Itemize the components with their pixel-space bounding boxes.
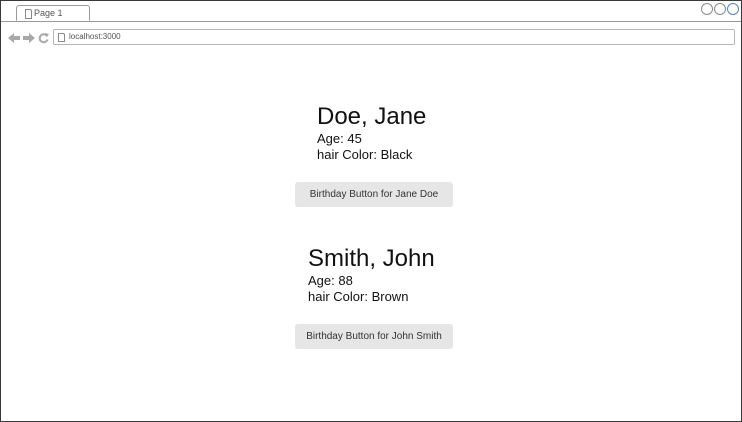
person-hair-color: hair Color: Brown (308, 289, 409, 304)
page-icon (25, 9, 32, 19)
tab-title: Page 1 (34, 8, 63, 18)
browser-tab[interactable]: Page 1 (16, 5, 90, 21)
window-controls (701, 3, 739, 15)
person-card: Smith, John Age: 88 hair Color: Brown (308, 245, 435, 305)
close-icon[interactable] (727, 3, 739, 15)
person-name: Doe, Jane (317, 103, 427, 130)
tab-strip: Page 1 (1, 1, 741, 22)
maximize-icon[interactable] (714, 3, 726, 15)
address-bar[interactable]: localhost:3000 (53, 29, 735, 45)
person-age: Age: 45 (317, 131, 362, 146)
person-age: Age: 88 (308, 273, 353, 288)
reload-icon[interactable] (38, 33, 50, 44)
person-hair-color: hair Color: Black (317, 147, 413, 162)
birthday-button[interactable]: Birthday Button for John Smith (295, 324, 453, 349)
url-text: localhost:3000 (69, 32, 121, 41)
person-name: Smith, John (308, 245, 435, 272)
minimize-icon[interactable] (701, 3, 713, 15)
page-icon (58, 33, 65, 42)
forward-arrow-icon[interactable] (23, 33, 35, 43)
back-arrow-icon[interactable] (8, 33, 20, 43)
browser-toolbar: localhost:3000 (1, 22, 741, 47)
browser-window: Page 1 localhost:3000 Doe, Jane Age: 45 … (0, 0, 742, 422)
birthday-button[interactable]: Birthday Button for Jane Doe (295, 182, 453, 207)
person-card: Doe, Jane Age: 45 hair Color: Black (317, 103, 426, 163)
